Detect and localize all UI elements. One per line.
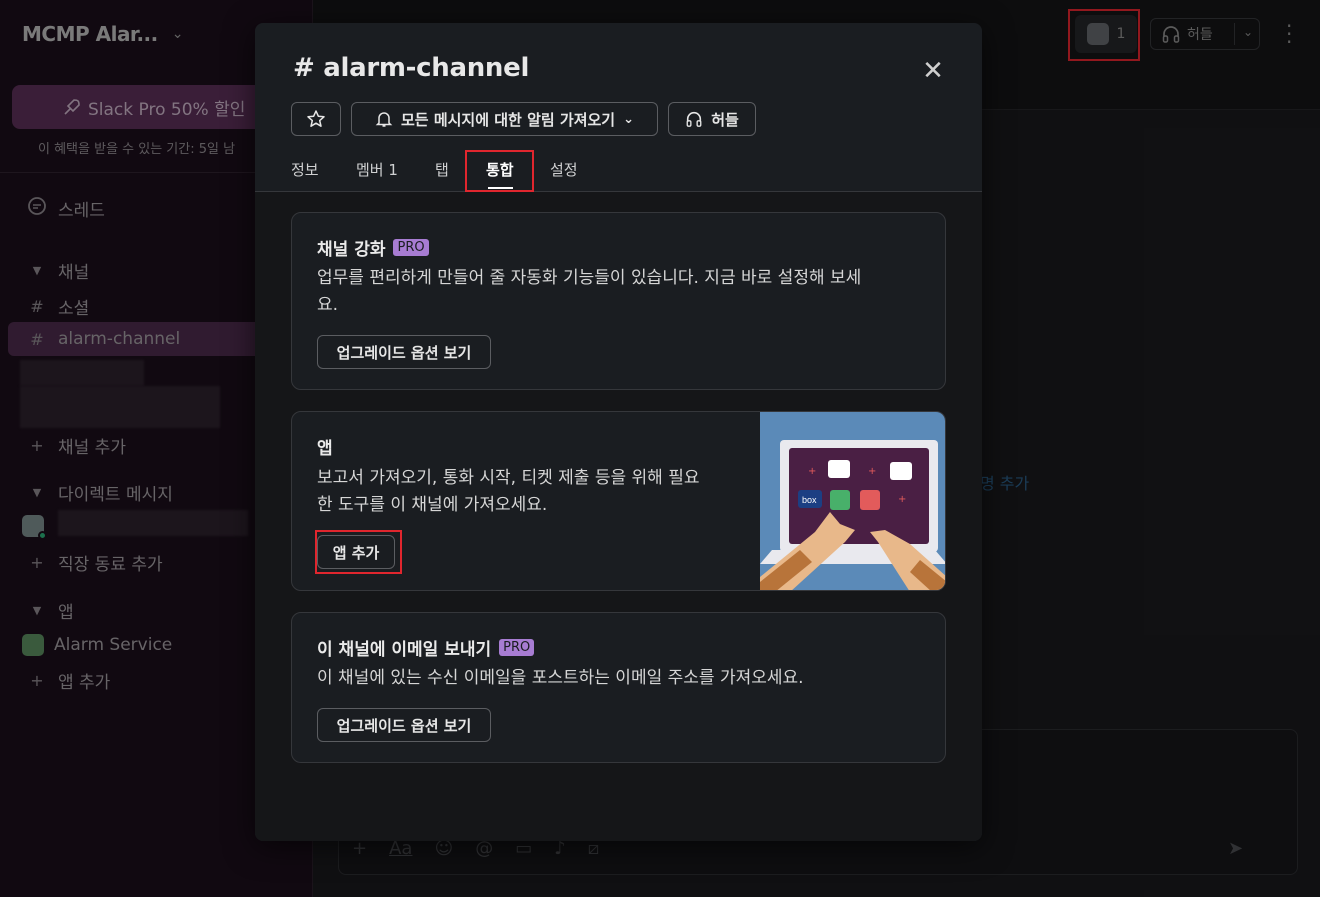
card-title: 앱 xyxy=(317,434,333,459)
card-title: 채널 강화 PRO xyxy=(317,235,429,260)
huddle-button[interactable]: 허들 xyxy=(668,102,756,136)
huddle-label: 허들 xyxy=(711,110,739,129)
svg-text:+: + xyxy=(868,466,876,477)
pro-badge: PRO xyxy=(499,639,535,656)
modal-title: # alarm-channel xyxy=(293,53,529,83)
highlight-box xyxy=(465,150,534,192)
modal-body: 채널 강화 PRO 업무를 편리하게 만들어 줄 자동화 기능들이 있습니다. … xyxy=(255,192,982,841)
hash-icon: # xyxy=(293,53,324,83)
card-description: 업무를 편리하게 만들어 줄 자동화 기능들이 있습니다. 지금 바로 설정해 … xyxy=(317,265,861,319)
tab-count: 1 xyxy=(388,161,398,179)
tab-settings[interactable]: 설정 xyxy=(550,159,578,180)
bell-icon xyxy=(375,112,393,127)
star-button[interactable] xyxy=(291,102,341,136)
box-logo: box xyxy=(802,495,817,505)
card-description-line: 한 도구를 이 채널에 가져오세요. xyxy=(317,495,548,515)
upgrade-options-button[interactable]: 업그레이드 옵션 보기 xyxy=(317,708,491,742)
email-card: 이 채널에 이메일 보내기 PRO 이 채널에 있는 수신 이메일을 포스트하는… xyxy=(291,612,946,763)
card-description-line: 보고서 가져오기, 통화 시작, 티켓 제출 등을 위해 필요 xyxy=(317,468,700,488)
notification-label: 모든 메시지에 대한 알림 가져오기 xyxy=(401,110,616,129)
tab-label: 멤버 xyxy=(356,161,384,179)
workflow-card: 채널 강화 PRO 업무를 편리하게 만들어 줄 자동화 기능들이 있습니다. … xyxy=(291,212,946,390)
card-title-text: 이 채널에 이메일 보내기 xyxy=(317,640,492,660)
svg-text:+: + xyxy=(898,494,906,505)
tab-tabs[interactable]: 탭 xyxy=(435,159,449,180)
chevron-down-icon: ⌄ xyxy=(623,111,634,127)
card-description-line: 업무를 편리하게 만들어 줄 자동화 기능들이 있습니다. 지금 바로 설정해 … xyxy=(317,268,862,288)
card-description: 이 채널에 있는 수신 이메일을 포스트하는 이메일 주소를 가져오세요. xyxy=(317,668,804,688)
card-title-text: 앱 xyxy=(317,439,333,459)
star-icon xyxy=(307,110,325,127)
card-description: 보고서 가져오기, 통화 시작, 티켓 제출 등을 위해 필요한 도구를 이 채… xyxy=(317,465,699,519)
apps-illustration: box + + + xyxy=(760,412,945,590)
tab-members[interactable]: 멤버 1 xyxy=(356,159,398,180)
svg-text:+: + xyxy=(808,466,816,477)
modal-tabs: 정보 멤버 1 탭 통합 설정 xyxy=(255,151,982,192)
headphones-icon xyxy=(686,111,702,127)
card-description-line: 요. xyxy=(317,295,339,315)
modal-title-text: alarm-channel xyxy=(323,53,530,83)
channel-details-modal: # alarm-channel ✕ 모든 메시지에 대한 알림 가져오기 ⌄ 허… xyxy=(255,23,982,841)
pro-badge: PRO xyxy=(393,239,429,256)
tab-info[interactable]: 정보 xyxy=(291,159,319,180)
close-icon[interactable]: ✕ xyxy=(917,55,949,87)
notification-settings-button[interactable]: 모든 메시지에 대한 알림 가져오기 ⌄ xyxy=(351,102,658,136)
card-title-text: 채널 강화 xyxy=(317,240,386,260)
card-title: 이 채널에 이메일 보내기 PRO xyxy=(317,635,535,660)
upgrade-options-button[interactable]: 업그레이드 옵션 보기 xyxy=(317,335,491,369)
highlight-box xyxy=(315,530,402,574)
